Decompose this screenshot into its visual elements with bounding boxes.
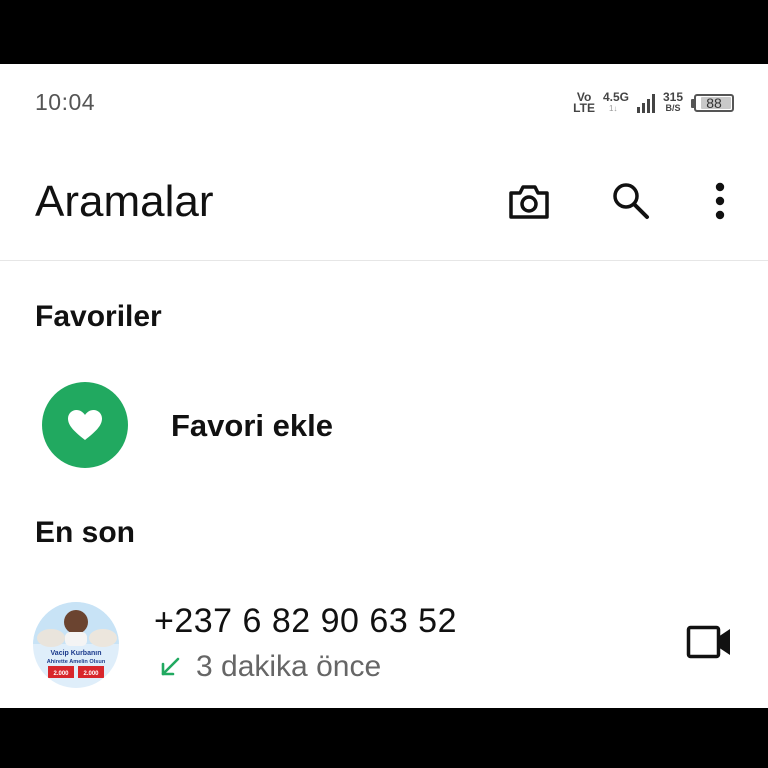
signal-icon — [636, 93, 655, 113]
heart-icon — [68, 410, 102, 440]
camera-icon — [509, 185, 549, 219]
speed-value: 315 — [662, 90, 683, 104]
status-icons: Vo LTE 4.5G 1↓ 315 B/S 88 — [573, 89, 734, 117]
more-vert-icon — [715, 182, 725, 220]
recent-header: En son — [35, 516, 136, 549]
phone-screen: 10:04 Vo LTE 4.5G 1↓ 315 B/S 88 Aramalar… — [0, 64, 768, 708]
network-sub: 1↓ — [608, 104, 618, 113]
avatar-text-1: Vacip Kurbanın — [51, 650, 102, 657]
favorites-header: Favoriler — [35, 300, 162, 333]
add-favorite-label: Favori ekle — [171, 408, 333, 443]
volte-bottom: LTE — [573, 101, 595, 115]
search-button[interactable] — [606, 176, 656, 226]
contact-avatar[interactable]: Vacip Kurbanın Ahirette Amelin Olsun 2.0… — [33, 602, 119, 688]
add-favorite-row[interactable]: Favori ekle — [0, 376, 768, 476]
network-label: 4.5G — [602, 90, 629, 104]
battery-icon: 88 — [691, 94, 734, 112]
more-options-button[interactable] — [700, 176, 740, 226]
status-bar: 10:04 Vo LTE 4.5G 1↓ 315 B/S 88 — [0, 64, 768, 142]
avatar-text-2: Ahirette Amelin Olsun — [47, 659, 106, 665]
avatar-text-4: 2.000 — [83, 671, 99, 677]
camera-button[interactable] — [504, 180, 554, 224]
page-title: Aramalar — [35, 177, 214, 226]
call-meta: 3 dakika önce — [158, 650, 381, 684]
network-type: 4.5G 1↓ — [602, 90, 629, 114]
volte-icon: Vo LTE — [573, 91, 595, 115]
add-favorite-avatar — [42, 382, 128, 468]
incoming-call-arrow-icon — [161, 657, 180, 676]
call-time: 3 dakika önce — [196, 650, 382, 683]
battery-level: 88 — [706, 95, 722, 111]
video-call-icon — [686, 625, 730, 659]
call-log-item[interactable]: Vacip Kurbanın Ahirette Amelin Olsun 2.0… — [0, 592, 768, 708]
status-time: 10:04 — [35, 89, 96, 115]
network-speed: 315 B/S — [662, 90, 683, 114]
speed-unit: B/S — [665, 103, 681, 113]
call-number: +237 6 82 90 63 52 — [154, 602, 457, 640]
search-icon — [613, 183, 649, 219]
avatar-text-3: 2.000 — [53, 671, 69, 677]
video-call-button[interactable] — [686, 622, 732, 662]
